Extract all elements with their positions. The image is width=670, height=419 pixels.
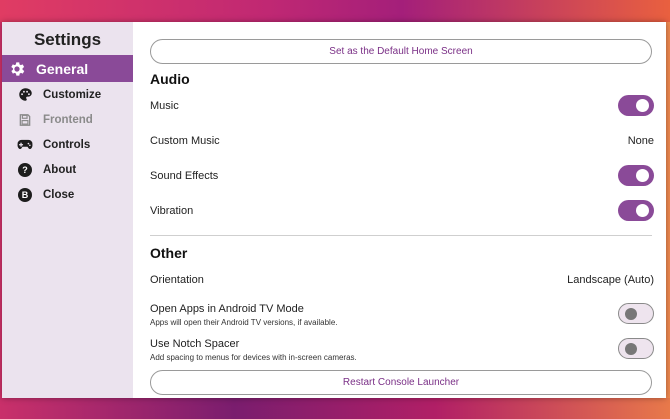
music-toggle[interactable] (618, 95, 654, 116)
notch-spacer-description: Add spacing to menus for devices with in… (150, 353, 357, 362)
help-icon: ? (17, 162, 33, 178)
custom-music-label[interactable]: Custom Music (150, 135, 220, 147)
toggle-knob (636, 169, 649, 182)
sidebar-title: Settings (33, 30, 102, 49)
orientation-label[interactable]: Orientation (150, 274, 204, 286)
sidebar-item-label: Frontend (43, 113, 93, 126)
sidebar-item-customize[interactable]: Customize (2, 82, 133, 107)
sidebar-item-label: Customize (43, 88, 102, 101)
sidebar-item-about[interactable]: ? About (2, 157, 133, 182)
android-tv-toggle[interactable] (618, 303, 654, 324)
sidebar-item-label: Controls (43, 138, 91, 151)
gamepad-icon (17, 137, 33, 153)
b-button-icon: B (17, 187, 33, 203)
sidebar: Settings General Customize Frontend Cont… (2, 22, 133, 398)
sidebar-item-close[interactable]: B Close (2, 182, 133, 207)
sidebar-item-label: Close (43, 188, 75, 201)
sidebar-item-controls[interactable]: Controls (2, 132, 133, 157)
gear-icon (8, 60, 26, 78)
restart-launcher-button[interactable]: Restart Console Launcher (150, 370, 652, 395)
sidebar-item-frontend[interactable]: Frontend (2, 107, 133, 132)
notch-spacer-label: Use Notch Spacer (150, 338, 240, 350)
music-label: Music (150, 100, 179, 112)
vibration-toggle[interactable] (618, 200, 654, 221)
section-divider (150, 235, 652, 236)
settings-window: Settings General Customize Frontend Cont… (2, 22, 666, 398)
settings-content: Set as the Default Home Screen Audio Mus… (133, 22, 666, 398)
save-icon (17, 112, 33, 128)
sound-effects-label: Sound Effects (150, 170, 219, 182)
android-tv-description: Apps will open their Android TV versions… (150, 318, 338, 327)
toggle-knob (636, 99, 649, 112)
sidebar-item-general[interactable]: General (2, 55, 133, 82)
wallpaper-bottom (0, 398, 670, 419)
vibration-label: Vibration (150, 205, 194, 217)
section-title-audio: Audio (150, 71, 190, 87)
palette-icon (17, 87, 33, 103)
toggle-knob (636, 204, 649, 217)
toggle-knob (625, 342, 637, 355)
android-tv-label: Open Apps in Android TV Mode (150, 303, 304, 315)
set-default-home-button[interactable]: Set as the Default Home Screen (150, 39, 652, 64)
section-title-other: Other (150, 245, 188, 261)
custom-music-value[interactable]: None (628, 135, 654, 147)
toggle-knob (625, 307, 637, 320)
orientation-value[interactable]: Landscape (Auto) (567, 274, 654, 286)
wallpaper-top (0, 0, 670, 22)
sound-effects-toggle[interactable] (618, 165, 654, 186)
sidebar-item-label: General (36, 60, 89, 77)
sidebar-item-label: About (43, 163, 77, 176)
notch-spacer-toggle[interactable] (618, 338, 654, 359)
